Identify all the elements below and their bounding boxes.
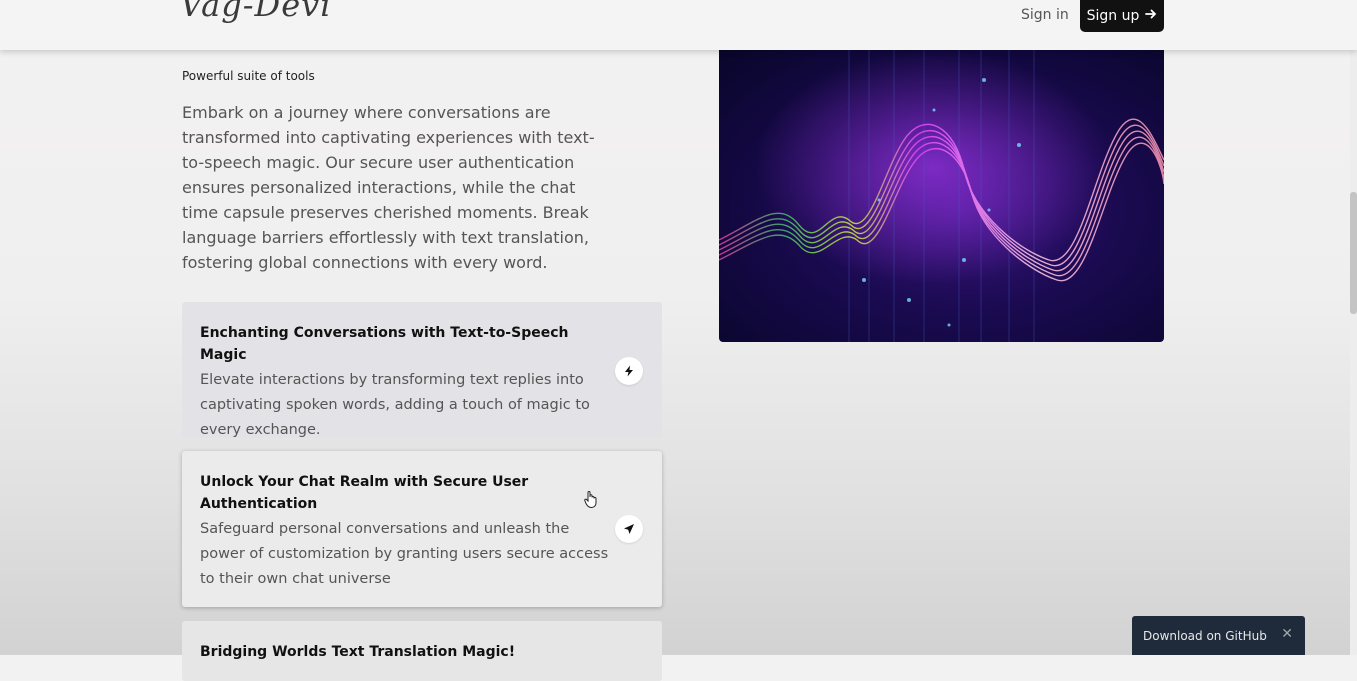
feature-title: Unlock Your Chat Realm with Secure User … xyxy=(200,474,529,512)
page-scrollbar[interactable] xyxy=(1350,50,1357,655)
section-eyebrow: Powerful suite of tools xyxy=(182,69,315,83)
send-arrow-icon xyxy=(615,515,643,543)
sign-in-link[interactable]: Sign in xyxy=(1021,7,1069,23)
github-download-toast[interactable]: Download on GitHub ✕ xyxy=(1132,616,1305,655)
arrow-right-icon xyxy=(1145,8,1157,24)
feature-title: Bridging Worlds Text Translation Magic! xyxy=(200,644,516,660)
feature-card-tts[interactable]: Enchanting Conversations with Text-to-Sp… xyxy=(182,302,662,438)
feature-title: Enchanting Conversations with Text-to-Sp… xyxy=(200,325,569,363)
top-navbar: Vag-Devi Sign in Sign up xyxy=(0,0,1357,50)
feature-card-auth[interactable]: Unlock Your Chat Realm with Secure User … xyxy=(182,451,662,607)
feature-card-translation[interactable]: Bridging Worlds Text Translation Magic! xyxy=(182,621,662,681)
hand-cursor-icon xyxy=(584,490,598,512)
close-icon[interactable]: ✕ xyxy=(1281,626,1293,642)
scrollbar-thumb[interactable] xyxy=(1350,192,1357,314)
feature-description: Elevate interactions by transforming tex… xyxy=(200,372,590,438)
logo[interactable]: Vag-Devi xyxy=(180,0,331,24)
sign-up-label: Sign up xyxy=(1086,8,1140,24)
section-intro: Embark on a journey where conversations … xyxy=(182,103,595,272)
feature-description: Safeguard personal conversations and unl… xyxy=(200,521,609,587)
toast-label[interactable]: Download on GitHub xyxy=(1143,629,1267,643)
sign-up-button[interactable]: Sign up xyxy=(1080,0,1164,32)
lightning-icon xyxy=(615,357,643,385)
hero-sound-wave-image xyxy=(719,50,1164,342)
